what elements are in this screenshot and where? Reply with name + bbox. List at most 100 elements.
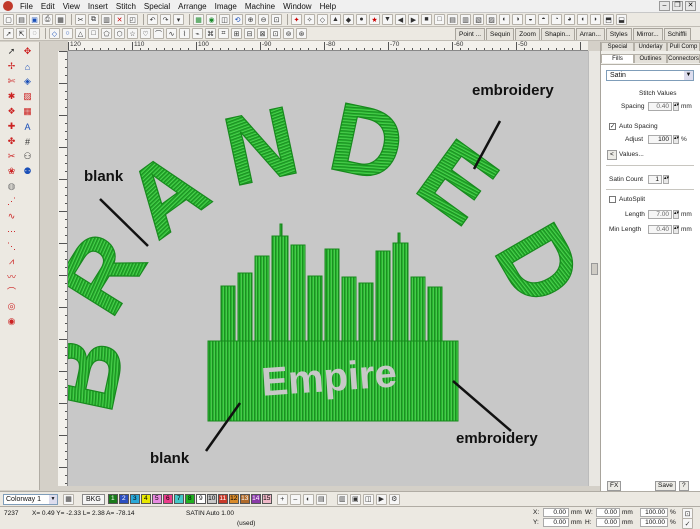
values-button-label[interactable]: Values...	[619, 151, 644, 158]
tab-arrange[interactable]: Arran...	[575, 28, 605, 40]
autosplit-checkbox[interactable]	[609, 196, 616, 203]
outline-tool-icon[interactable]: ◈	[21, 75, 34, 88]
stitch-icon-23[interactable]: ◖	[577, 14, 588, 25]
print-icon[interactable]: ⎙	[42, 14, 53, 25]
zoom-in-icon[interactable]: ⊕	[245, 14, 256, 25]
x-field[interactable]: 0.00	[543, 508, 569, 517]
add-color-icon[interactable]: +	[276, 493, 288, 505]
paste-icon[interactable]: ▥	[101, 14, 112, 25]
stitch-icon-20[interactable]: ◓	[538, 14, 549, 25]
copy-icon[interactable]: ⧉	[88, 14, 99, 25]
thread-swatch[interactable]: 11	[217, 494, 228, 504]
menu-image[interactable]: Image	[211, 2, 241, 11]
group-tool-icon[interactable]: ⚉	[21, 165, 34, 178]
shape-icon-10[interactable]: ∿	[166, 28, 177, 39]
shape-icon-13[interactable]: ⌘	[205, 28, 216, 39]
palette-icon[interactable]: ▦	[63, 493, 74, 505]
print-preview-icon[interactable]: ▦	[55, 14, 66, 25]
spiral-tool-icon[interactable]: ◎	[5, 300, 18, 313]
circle-tool-icon[interactable]: ◉	[5, 315, 18, 328]
values-arrow-button[interactable]: <	[607, 150, 617, 160]
menu-insert[interactable]: Insert	[84, 2, 112, 11]
stitch-icon-25[interactable]: ⬒	[603, 14, 614, 25]
view-icon[interactable]: ◫	[362, 493, 374, 505]
scrollbar-thumb[interactable]	[591, 263, 598, 275]
tab-shaping[interactable]: Shapin...	[540, 28, 575, 40]
thread-swatch[interactable]: 2	[118, 494, 129, 504]
shape-icon-2[interactable]: ○	[62, 28, 73, 39]
curve-tool-icon[interactable]: ∿	[5, 210, 18, 223]
tab-outlines[interactable]: Outlines	[634, 54, 667, 63]
stitch-icon-5[interactable]: ◆	[343, 14, 354, 25]
save-button[interactable]: Save	[655, 481, 676, 491]
save-icon[interactable]: ▣	[29, 14, 40, 25]
height-percent-field[interactable]: 100.00	[640, 518, 668, 527]
stitch-icon-9[interactable]: ◀	[395, 14, 406, 25]
arc-tool-icon[interactable]: ⌒	[5, 285, 18, 298]
menu-file[interactable]: File	[16, 2, 37, 11]
redraw-icon[interactable]: ⟲	[232, 14, 243, 25]
shape-icon-20[interactable]: ⊛	[296, 28, 307, 39]
column-tool-icon[interactable]: ❖	[5, 105, 18, 118]
people-tool-icon[interactable]: ⚇	[21, 150, 34, 163]
stitch-icon-3[interactable]: ◇	[317, 14, 328, 25]
colorway-select[interactable]: Colorway 1 ▼	[3, 493, 58, 505]
shape-icon-11[interactable]: ⌇	[179, 28, 190, 39]
redo-icon[interactable]: ↷	[160, 14, 171, 25]
stitch-icon-16[interactable]: ▨	[486, 14, 497, 25]
thread-swatch[interactable]: 9	[195, 494, 206, 504]
thread-swatch[interactable]: 8	[184, 494, 195, 504]
knife-tool-icon[interactable]: ✄	[5, 75, 18, 88]
stitch-icon-14[interactable]: ▥	[460, 14, 471, 25]
cut-icon[interactable]: ✂	[75, 14, 86, 25]
thread-chart-icon[interactable]: ▥	[336, 493, 348, 505]
satin-tool-icon[interactable]: ▨	[21, 90, 34, 103]
thread-swatch[interactable]: 4	[140, 494, 151, 504]
menu-view[interactable]: View	[59, 2, 84, 11]
shape-icon-7[interactable]: ☆	[127, 28, 138, 39]
menu-special[interactable]: Special	[140, 2, 174, 11]
help-button[interactable]: ?	[679, 481, 689, 491]
bean-tool-icon[interactable]: ⋱	[5, 240, 18, 253]
stitch-icon-24[interactable]: ◗	[590, 14, 601, 25]
length-spinner[interactable]: ▴▾	[673, 210, 679, 219]
shape-icon-18[interactable]: ⊡	[270, 28, 281, 39]
shape-icon-1[interactable]: ◇	[49, 28, 60, 39]
select-arrow-icon[interactable]: ➚	[3, 28, 14, 39]
menu-stitch[interactable]: Stitch	[112, 2, 140, 11]
menu-window[interactable]: Window	[279, 2, 315, 11]
apply-icon[interactable]: ✓	[682, 518, 693, 529]
thread-swatch[interactable]: 3	[129, 494, 140, 504]
stitch-icon-22[interactable]: ◕	[564, 14, 575, 25]
satin-count-field[interactable]: 1	[648, 175, 662, 184]
thread-swatch[interactable]: 14	[250, 494, 261, 504]
thread-swatch[interactable]: 6	[162, 494, 173, 504]
stitch-icon-17[interactable]: ◐	[499, 14, 510, 25]
tab-fills[interactable]: Fills	[601, 54, 634, 63]
stitch-type-select[interactable]: Satin ▼	[606, 70, 694, 81]
remove-color-icon[interactable]: –	[289, 493, 301, 505]
stitch-icon-26[interactable]: ⬓	[616, 14, 627, 25]
stitch-player-icon[interactable]: ▶	[375, 493, 387, 505]
auto-spacing-checkbox[interactable]: ✓	[609, 123, 616, 130]
shape-icon-17[interactable]: ⊠	[257, 28, 268, 39]
thread-swatch[interactable]: 1	[107, 494, 118, 504]
shape-icon-15[interactable]: ⊞	[231, 28, 242, 39]
new-file-icon[interactable]: ▢	[3, 14, 14, 25]
delete-icon[interactable]: ✕	[114, 14, 125, 25]
monogram-tool-icon[interactable]: ✤	[5, 135, 18, 148]
stitch-icon-4[interactable]: ▲	[330, 14, 341, 25]
fx-button[interactable]: FX	[607, 481, 622, 491]
thread-swatch[interactable]: 7	[173, 494, 184, 504]
sequence-icon[interactable]: ▣	[349, 493, 361, 505]
menu-arrange[interactable]: Arrange	[174, 2, 210, 11]
thread-swatch[interactable]: 12	[228, 494, 239, 504]
tab-zoom[interactable]: Zoom	[515, 28, 540, 40]
stitch-icon-19[interactable]: ◒	[525, 14, 536, 25]
pointer-icon[interactable]: ⇱	[16, 28, 27, 39]
wave-tool-icon[interactable]: 〰	[5, 270, 18, 283]
stitch-icon-13[interactable]: ▤	[447, 14, 458, 25]
tab-styles[interactable]: Styles	[605, 28, 632, 40]
stitch-icon-2[interactable]: ✧	[304, 14, 315, 25]
stitch-icon-11[interactable]: ■	[421, 14, 432, 25]
